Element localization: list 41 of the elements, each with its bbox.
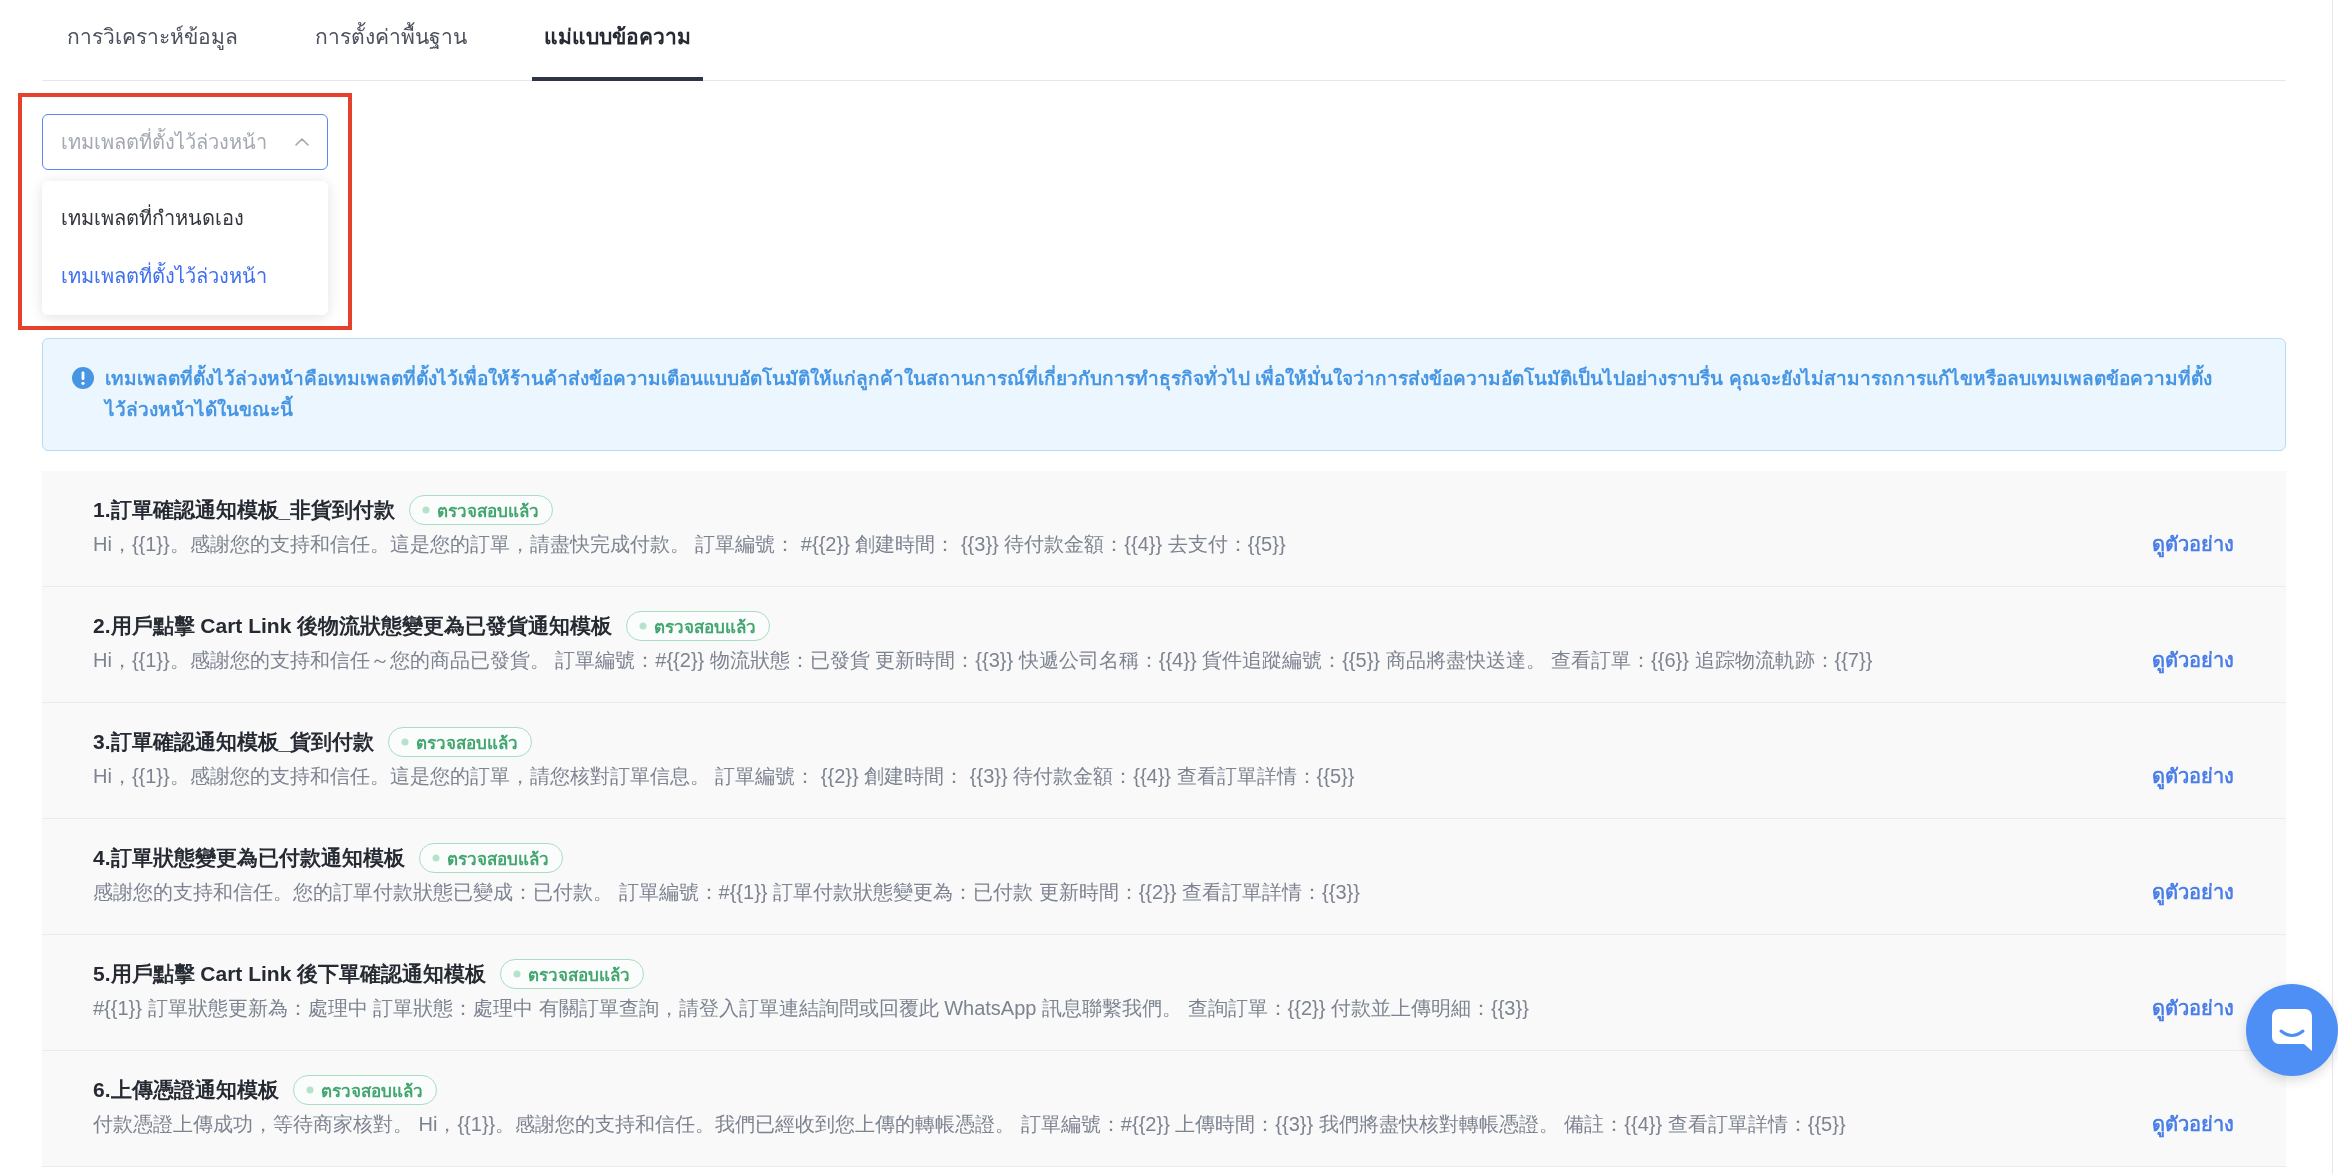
tab[interactable]: การตั้งค่าพื้นฐาน <box>303 0 479 81</box>
preview-link[interactable]: ดูตัวอย่าง <box>2152 993 2234 1023</box>
chevron-icon <box>295 138 309 146</box>
status-dot-icon <box>401 738 410 746</box>
chat-button[interactable] <box>2246 984 2338 1076</box>
status-label: ตรวจสอบแล้ว <box>528 964 631 987</box>
template-title: 6.上傳憑證通知模板 <box>93 1077 279 1103</box>
preview-link[interactable]: ดูตัวอย่าง <box>2152 761 2234 791</box>
menu-option[interactable]: เทมเพลตที่กำหนดเอง <box>42 189 328 247</box>
template-title: 3.訂單確認通知模板_貨到付款 <box>93 729 375 755</box>
template-title: 2.用戶點擊 Cart Link 後物流狀態變更為已發貨通知模板 <box>93 613 613 639</box>
template-body: 感謝您的支持和信任。您的訂單付款狀態已變成：已付款。 訂單編號：#{{1}} 訂單付款狀態變更為：已付款 更新時間：{{2}} 查看訂單詳情：{{3}} <box>93 880 1361 905</box>
preview-link[interactable]: ดูตัวอย่าง <box>2152 645 2234 675</box>
template-body: Hi，{{1}}。感謝您的支持和信任～您的商品已發貨。 訂單編號：#{{2}} 物流狀態：已發貨 更新時間：{{3}} 快遞公司名稱：{{4}} 貨件追蹤編號：{{5}} 商品將盡快送達。 查看訂單：{{6}} 追踪物流軌跡：{{7}} <box>93 648 1874 673</box>
template-body: #{{1}} 訂單狀態更新為：處理中 訂單狀態：處理中 有關訂單查詢，請登入訂單連結詢問或回覆此 WhatsApp 訊息聯繫我們。 查詢訂單：{{2}} 付款並上傳明細：{{3}} <box>93 996 1530 1021</box>
preview-link[interactable]: ดูตัวอย่าง <box>2152 1109 2234 1139</box>
status-label: ตรวจสอบแล้ว <box>320 1080 423 1103</box>
preview-link[interactable]: ดูตัวอย่าง <box>2152 529 2234 559</box>
template-select[interactable]: เทมเพลตที่ตั้งไว้ล่วงหน้า <box>42 114 328 170</box>
template-body: Hi，{{1}}。感謝您的支持和信任。這是您的訂單，請盡快完成付款。 訂單編號： #{{2}} 創建時間： {{3}} 待付款金額：{{4}} 去支付：{{5}} <box>93 532 1287 557</box>
info-icon <box>72 367 94 389</box>
status-dot-icon <box>431 854 440 862</box>
status-label: ตรวจสอบแล้ว <box>416 732 519 755</box>
status-dot-icon <box>422 506 431 514</box>
notice-text: เทมเพลตที่ตั้งไว้ล่วงหน้าคือเทมเพลตที่ตั้งไว้เพื่อให้ร้านค้าส่งข้อความเตือนแบบอัตโนมัติให้แก่ลูกค้าในสถานการณ์ที่เกี่ยวกับการทำธุรกิจทั่วไป เพื่อให้มั่นใจว่าการส่งข้อความอัตโนมัติเป็นไปอย่างราบรื่น คุณจะยังไม่สามารถการแก้ไขหรือลบเทมเพลตข้อความที่ตั้งไว้ล่วงหน้าได้ในขณะนี้ <box>105 363 2230 425</box>
status-label: ตรวจสอบแล้ว <box>437 500 540 523</box>
status-dot-icon <box>639 622 648 630</box>
status-label: ตรวจสอบแล้ว <box>654 616 757 639</box>
menu-option[interactable]: เทมเพลตที่ตั้งไว้ล่วงหน้า <box>42 247 328 305</box>
template-title: 4.訂單狀態變更為已付款通知模板 <box>93 845 405 871</box>
status-dot-icon <box>513 970 522 978</box>
template-body: 付款憑證上傳成功，等待商家核對。 Hi，{{1}}。感謝您的支持和信任。我們已經收到您上傳的轉帳憑證。 訂單編號：#{{2}} 上傳時間：{{3}} 我們將盡快核對轉帳憑證。 備註：{{4}} 查看訂單詳情：{{5}} <box>93 1112 1847 1137</box>
template-title: 1.訂單確認通知模板_非貨到付款 <box>93 497 396 523</box>
tab[interactable]: แม่แบบข้อความ <box>532 0 703 81</box>
status-label: ตรวจสอบแล้ว <box>446 848 549 871</box>
status-dot-icon <box>305 1086 314 1094</box>
tab[interactable]: การวิเคราะห์ข้อมูล <box>55 0 250 81</box>
template-body: Hi，{{1}}。感謝您的支持和信任。這是您的訂單，請您核對訂單信息。 訂單編號： {{2}} 創建時間： {{3}} 待付款金額：{{4}} 查看訂單詳情：{{5}} <box>93 764 1356 789</box>
template-title: 5.用戶點擊 Cart Link 後下單確認通知模板 <box>93 961 487 987</box>
preview-link[interactable]: ดูตัวอย่าง <box>2152 877 2234 907</box>
chat-icon <box>2272 1009 2312 1051</box>
